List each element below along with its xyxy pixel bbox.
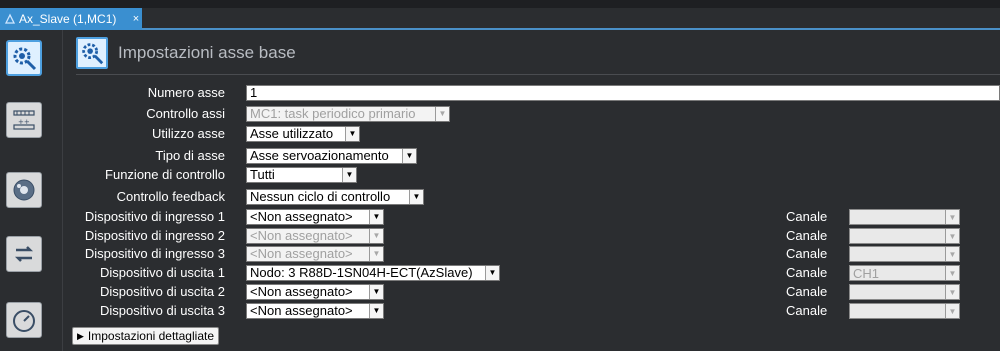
ingresso-3-select[interactable]: <Non assegnato> ▼ xyxy=(246,246,384,262)
row-funzione-controllo: Funzione di controllo Tutti ▼ xyxy=(0,166,1000,184)
uscita-1-label: Dispositivo di uscita 1 xyxy=(100,265,225,280)
tipo-asse-select[interactable]: Asse servoazionamento ▼ xyxy=(246,148,417,164)
row-uscita-1: Dispositivo di uscita 1 Nodo: 3 R88D-1SN… xyxy=(0,264,1000,282)
row-uscita-2: Dispositivo di uscita 2 <Non assegnato> … xyxy=(0,283,1000,301)
row-uscita-3: Dispositivo di uscita 3 <Non assegnato> … xyxy=(0,302,1000,320)
uscita-2-value: <Non assegnato> xyxy=(250,285,353,299)
controllo-assi-select[interactable]: MC1: task periodico primario ▼ xyxy=(246,106,450,122)
chevron-down-icon: ▼ xyxy=(945,210,959,224)
gear-icon xyxy=(82,43,104,65)
tipo-asse-label: Tipo di asse xyxy=(155,148,225,163)
utilizzo-asse-label: Utilizzo asse xyxy=(152,126,225,141)
canale-select-2[interactable]: ▼ xyxy=(849,228,960,244)
canale-label: Canale xyxy=(786,228,828,243)
row-controllo-feedback: Controllo feedback Nessun ciclo di contr… xyxy=(0,188,1000,206)
tab-title: Ax_Slave (1,MC1) xyxy=(19,12,117,26)
funzione-controllo-value: Tutti xyxy=(250,168,275,182)
chevron-down-icon: ▼ xyxy=(945,229,959,243)
canale-label: Canale xyxy=(786,246,828,261)
uscita-3-label: Dispositivo di uscita 3 xyxy=(100,303,225,318)
row-utilizzo-asse: Utilizzo asse Asse utilizzato ▼ xyxy=(0,125,1000,143)
sidebar-axis-settings-button[interactable] xyxy=(6,40,42,76)
canale-select-6[interactable]: ▼ xyxy=(849,303,960,319)
detailed-settings-label: Impostazioni dettagliate xyxy=(87,329,214,343)
controllo-assi-label: Controllo assi xyxy=(146,106,225,121)
page-title: Impostazioni asse base xyxy=(118,43,296,62)
row-tipo-asse: Tipo di asse Asse servoazionamento ▼ xyxy=(0,147,1000,165)
uscita-2-label: Dispositivo di uscita 2 xyxy=(100,284,225,299)
chevron-down-icon: ▼ xyxy=(369,229,383,243)
canale-value: CH1 xyxy=(853,265,880,281)
uscita-1-value: Nodo: 3 R88D-1SN04H-ECT(AzSlave) xyxy=(250,266,473,280)
canale-select-5[interactable]: ▼ xyxy=(849,284,960,300)
controllo-feedback-select[interactable]: Nessun ciclo di controllo ▼ xyxy=(246,189,424,205)
chevron-down-icon: ▼ xyxy=(369,210,383,224)
canale-label: Canale xyxy=(786,209,828,224)
ingresso-3-label: Dispositivo di ingresso 3 xyxy=(84,246,225,261)
chevron-down-icon: ▼ xyxy=(369,304,383,318)
uscita-1-select[interactable]: Nodo: 3 R88D-1SN04H-ECT(AzSlave) ▼ xyxy=(246,265,500,281)
header-divider xyxy=(76,74,1000,75)
utilizzo-asse-value: Asse utilizzato xyxy=(250,127,334,141)
ingresso-1-value: <Non assegnato> xyxy=(250,210,353,224)
canale-label: Canale xyxy=(786,284,828,299)
row-ingresso-1: Dispositivo di ingresso 1 <Non assegnato… xyxy=(0,208,1000,226)
chevron-down-icon: ▼ xyxy=(369,285,383,299)
funzione-controllo-label: Funzione di controllo xyxy=(105,167,225,182)
uscita-3-value: <Non assegnato> xyxy=(250,304,353,318)
canale-select-3[interactable]: ▼ xyxy=(849,246,960,262)
chevron-down-icon: ▼ xyxy=(369,247,383,261)
chevron-down-icon: ▼ xyxy=(435,107,449,121)
chevron-down-icon: ▼ xyxy=(945,266,959,280)
chevron-down-icon: ▼ xyxy=(402,149,416,163)
ingresso-1-select[interactable]: <Non assegnato> ▼ xyxy=(246,209,384,225)
canale-select-4[interactable]: CH1 ▼ xyxy=(849,265,960,281)
chevron-down-icon: ▼ xyxy=(345,127,359,141)
ingresso-3-value: <Non assegnato> xyxy=(250,247,353,261)
chevron-down-icon: ▼ xyxy=(945,285,959,299)
chevron-down-icon: ▼ xyxy=(945,247,959,261)
canale-select-1[interactable]: ▼ xyxy=(849,209,960,225)
row-ingresso-3: Dispositivo di ingresso 3 <Non assegnato… xyxy=(0,245,1000,263)
axis-icon xyxy=(4,13,16,24)
funzione-controllo-select[interactable]: Tutti ▼ xyxy=(246,167,357,183)
ingresso-1-label: Dispositivo di ingresso 1 xyxy=(84,209,225,224)
ingresso-2-label: Dispositivo di ingresso 2 xyxy=(84,228,225,243)
chevron-down-icon: ▼ xyxy=(342,168,356,182)
close-icon[interactable]: × xyxy=(130,13,142,25)
window-top-bar xyxy=(0,0,1000,8)
utilizzo-asse-select[interactable]: Asse utilizzato ▼ xyxy=(246,126,360,142)
row-ingresso-2: Dispositivo di ingresso 2 <Non assegnato… xyxy=(0,227,1000,245)
tab-ax-slave[interactable]: Ax_Slave (1,MC1) × xyxy=(0,8,142,30)
controllo-feedback-label: Controllo feedback xyxy=(116,189,225,204)
numero-asse-label: Numero asse xyxy=(147,85,225,100)
numero-asse-value: 1 xyxy=(250,86,258,100)
chevron-down-icon: ▼ xyxy=(485,266,499,280)
ingresso-2-value: <Non assegnato> xyxy=(250,229,353,243)
tab-strip: Ax_Slave (1,MC1) × xyxy=(0,8,1000,30)
chevron-down-icon: ▼ xyxy=(409,190,423,204)
tipo-asse-value: Asse servoazionamento xyxy=(250,149,389,163)
detailed-settings-button[interactable]: ▶ Impostazioni dettagliate xyxy=(72,327,219,345)
row-numero-asse: Numero asse 1 xyxy=(0,84,1000,102)
controllo-assi-value: MC1: task periodico primario xyxy=(250,107,416,121)
controllo-feedback-value: Nessun ciclo di controllo xyxy=(250,190,391,204)
row-controllo-assi: Controllo assi MC1: task periodico prima… xyxy=(0,105,1000,123)
uscita-2-select[interactable]: <Non assegnato> ▼ xyxy=(246,284,384,300)
section-header: Impostazioni asse base xyxy=(76,37,296,69)
canale-label: Canale xyxy=(786,265,828,280)
expand-arrow-icon: ▶ xyxy=(77,330,84,341)
chevron-down-icon: ▼ xyxy=(945,304,959,318)
numero-asse-input[interactable]: 1 xyxy=(246,85,1000,101)
canale-label: Canale xyxy=(786,303,828,318)
axis-settings-icon xyxy=(13,47,37,71)
axis-settings-header-icon xyxy=(76,37,108,69)
ingresso-2-select[interactable]: <Non assegnato> ▼ xyxy=(246,228,384,244)
uscita-3-select[interactable]: <Non assegnato> ▼ xyxy=(246,303,384,319)
